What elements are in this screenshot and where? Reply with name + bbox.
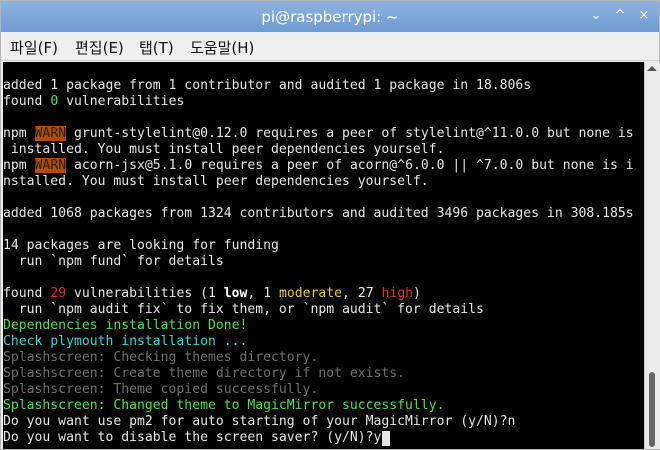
terminal-line: added 1 package from 1 contributor and a… bbox=[3, 78, 531, 94]
window-title: pi@raspberrypi: ~ bbox=[261, 8, 399, 26]
terminal-text-segment: WARN bbox=[34, 126, 67, 141]
menu-edit[interactable]: 편집(E) bbox=[75, 37, 124, 58]
terminal-line: Check plymouth installation ... bbox=[3, 334, 247, 350]
terminal-text-segment: ) bbox=[413, 286, 421, 301]
terminal-line: Do you want to disable the screen saver?… bbox=[3, 430, 381, 446]
terminal-line: Do you want use pm2 for auto starting of… bbox=[3, 414, 515, 430]
terminal-line: Splashscreen: Theme copied successfully. bbox=[3, 382, 318, 398]
terminal-text-segment: run `npm audit fix` to fix them, or `npm… bbox=[3, 302, 484, 317]
terminal-cursor bbox=[382, 431, 390, 446]
menu-help[interactable]: 도움말(H) bbox=[190, 37, 254, 58]
terminal-text-segment: acorn-jsx@5.1.0 requires a peer of acorn… bbox=[66, 158, 634, 173]
terminal-text-segment: Dependencies installation Done! bbox=[3, 318, 248, 333]
terminal-text-segment: Do you want to disable the screen saver?… bbox=[3, 430, 382, 445]
terminal-line: Splashscreen: Changed theme to MagicMirr… bbox=[3, 398, 444, 414]
minimize-button[interactable]: ⌄ bbox=[587, 7, 605, 25]
menu-bar: 파일(F) 편집(E) 탭(T) 도움말(H) bbox=[1, 32, 659, 61]
scroll-thumb[interactable] bbox=[649, 372, 655, 447]
terminal-line: found 0 vulnerabilities bbox=[3, 94, 184, 110]
terminal-line: found 29 vulnerabilities (1 low, 1 moder… bbox=[3, 286, 421, 302]
terminal-text-segment: vulnerabilities bbox=[58, 94, 185, 109]
terminal-line: run `npm audit fix` to fix them, or `npm… bbox=[3, 302, 484, 318]
terminal-line: Dependencies installation Done! bbox=[3, 318, 247, 334]
terminal-text-segment: Splashscreen: Changed theme to MagicMirr… bbox=[3, 398, 445, 413]
terminal-text-segment: Splashscreen: Checking themes directory. bbox=[3, 350, 319, 365]
terminal-text-segment: high bbox=[381, 286, 414, 301]
terminal-text-segment: Splashscreen: Create theme directory if … bbox=[3, 366, 406, 381]
terminal-text-segment: installed. You must install peer depende… bbox=[3, 142, 445, 157]
maximize-button[interactable]: ^ bbox=[611, 7, 629, 25]
title-bar[interactable]: pi@raspberrypi: ~ ⌄ ^ × bbox=[1, 1, 659, 32]
terminal-line: 14 packages are looking for funding bbox=[3, 238, 279, 254]
terminal-text-segment: , 1 bbox=[247, 286, 279, 301]
close-button[interactable]: × bbox=[635, 7, 653, 25]
terminal-text-segment: npm bbox=[3, 126, 35, 141]
menu-file[interactable]: 파일(F) bbox=[10, 37, 58, 58]
terminal-line: Splashscreen: Checking themes directory. bbox=[3, 350, 318, 366]
terminal-text-segment: grunt-stylelint@0.12.0 requires a peer o… bbox=[66, 126, 634, 141]
terminal-line: Splashscreen: Create theme directory if … bbox=[3, 366, 405, 382]
terminal-line: added 1068 packages from 1324 contributo… bbox=[3, 206, 634, 222]
terminal-text-segment: added 1 package from 1 contributor and a… bbox=[3, 78, 532, 93]
terminal-window: pi@raspberrypi: ~ ⌄ ^ × 파일(F) 편집(E) 탭(T)… bbox=[0, 0, 660, 450]
terminal-line: nstalled. You must install peer dependen… bbox=[3, 174, 429, 190]
terminal-text-segment: 29 bbox=[50, 286, 67, 301]
terminal-text-segment: Check plymouth installation ... bbox=[3, 334, 248, 349]
terminal-text-segment: added 1068 packages from 1324 contributo… bbox=[3, 206, 634, 221]
terminal-output[interactable]: added 1 package from 1 contributor and a… bbox=[3, 62, 644, 449]
terminal-line: npm WARN grunt-stylelint@0.12.0 requires… bbox=[3, 126, 634, 142]
terminal-text-segment: found bbox=[3, 286, 51, 301]
terminal-text-segment: found bbox=[3, 94, 51, 109]
vertical-scrollbar[interactable] bbox=[644, 62, 660, 449]
terminal-text-segment: low bbox=[223, 286, 248, 301]
terminal-text-segment: 14 packages are looking for funding bbox=[3, 238, 279, 253]
terminal-text-segment: nstalled. You must install peer dependen… bbox=[3, 174, 429, 189]
terminal-text-segment: , 27 bbox=[342, 286, 382, 301]
terminal-text-segment: npm bbox=[3, 158, 35, 173]
menu-tabs[interactable]: 탭(T) bbox=[139, 37, 174, 58]
terminal-line: run `npm fund` for details bbox=[3, 254, 224, 270]
terminal-text-segment: Splashscreen: Theme copied successfully. bbox=[3, 382, 319, 397]
terminal-text-segment: WARN bbox=[34, 158, 67, 173]
terminal-text-segment: vulnerabilities (1 bbox=[66, 286, 224, 301]
terminal-line: npm WARN acorn-jsx@5.1.0 requires a peer… bbox=[3, 158, 634, 174]
scroll-up-icon[interactable] bbox=[647, 66, 657, 71]
terminal-text-segment: moderate bbox=[278, 286, 343, 301]
terminal-text-segment: Do you want use pm2 for auto starting of… bbox=[3, 414, 516, 429]
terminal-line: installed. You must install peer depende… bbox=[3, 142, 445, 158]
terminal-text-segment: run `npm fund` for details bbox=[3, 254, 224, 269]
